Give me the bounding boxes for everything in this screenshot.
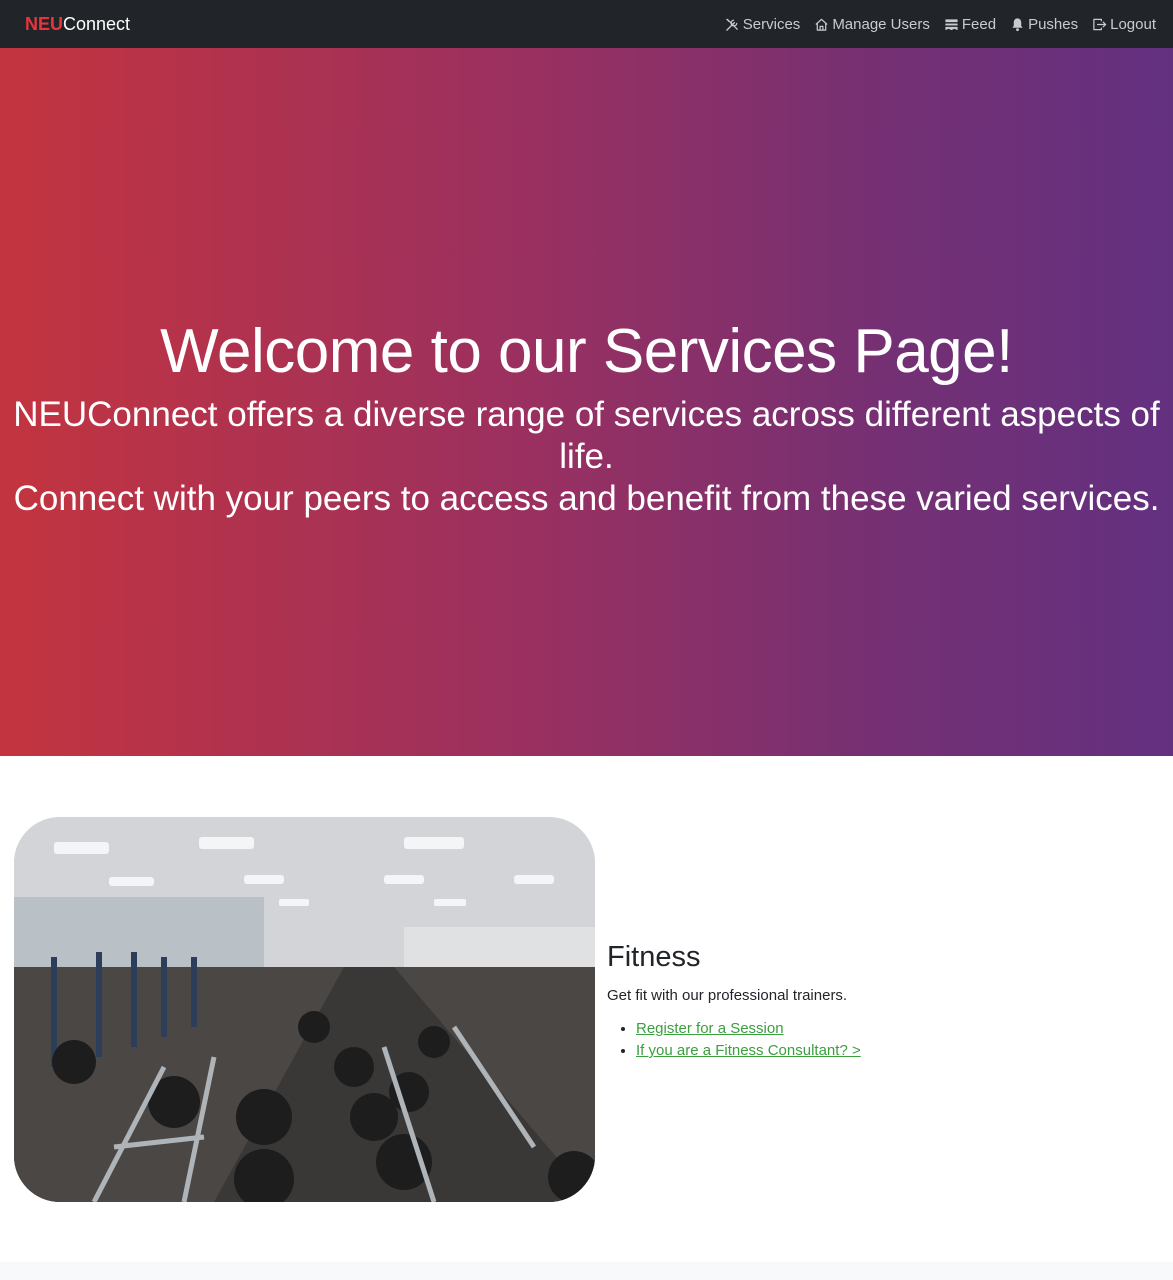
list-item: If you are a Fitness Consultant? > xyxy=(636,1040,1147,1062)
service-fitness: Fitness Get fit with our professional tr… xyxy=(0,756,1173,1262)
bell-icon xyxy=(1012,17,1023,31)
nav-label-services: Services xyxy=(742,15,801,33)
nav-label-manage-users: Manage Users xyxy=(832,15,930,33)
feed-icon xyxy=(945,18,958,30)
list-item: Register for a Session xyxy=(636,1018,1147,1040)
logout-icon xyxy=(1093,18,1107,30)
brand-neu: NEU xyxy=(25,13,64,34)
house-icon xyxy=(815,18,828,31)
nav-menu: Services Manage Users Feed Pushes Logout xyxy=(725,16,1156,33)
nav-label-pushes: Pushes xyxy=(1028,15,1079,33)
fitness-gym-image xyxy=(14,817,595,1202)
service-links: Register for a Session If you are a Fitn… xyxy=(607,1018,1147,1062)
tools-icon xyxy=(726,18,738,31)
service-info: Fitness Get fit with our professional tr… xyxy=(607,941,1147,1062)
nav-label-feed: Feed xyxy=(961,15,997,33)
footer-band xyxy=(0,1262,1173,1280)
nav-item-services[interactable]: Services xyxy=(725,15,801,33)
nav-item-pushes[interactable]: Pushes xyxy=(1010,16,1078,33)
nav-item-manage-users[interactable]: Manage Users xyxy=(814,16,930,33)
hero-banner: Welcome to our Services Page! NEUConnect… xyxy=(0,48,1173,756)
hero-line-1: NEUConnect offers a diverse range of ser… xyxy=(13,395,1160,476)
brand-logo[interactable]: NEUConnect xyxy=(25,14,130,35)
hero-subtitle: NEUConnect offers a diverse range of ser… xyxy=(0,394,1173,520)
hero-line-2: Connect with your peers to access and be… xyxy=(13,479,1160,518)
brand-connect: Connect xyxy=(63,13,131,34)
gym-illustration xyxy=(14,817,595,1202)
service-description: Get fit with our professional trainers. xyxy=(607,987,848,1004)
nav-label-logout: Logout xyxy=(1110,15,1156,33)
navbar: NEUConnect Services Manage Users Feed Pu… xyxy=(0,0,1173,48)
hero-title: Welcome to our Services Page! xyxy=(160,317,1013,386)
nav-item-logout[interactable]: Logout xyxy=(1092,16,1156,33)
register-session-link[interactable]: Register for a Session xyxy=(636,1020,784,1037)
nav-item-feed[interactable]: Feed xyxy=(944,16,996,33)
service-title: Fitness xyxy=(607,941,701,973)
fitness-consultant-link[interactable]: If you are a Fitness Consultant? > xyxy=(636,1042,861,1059)
